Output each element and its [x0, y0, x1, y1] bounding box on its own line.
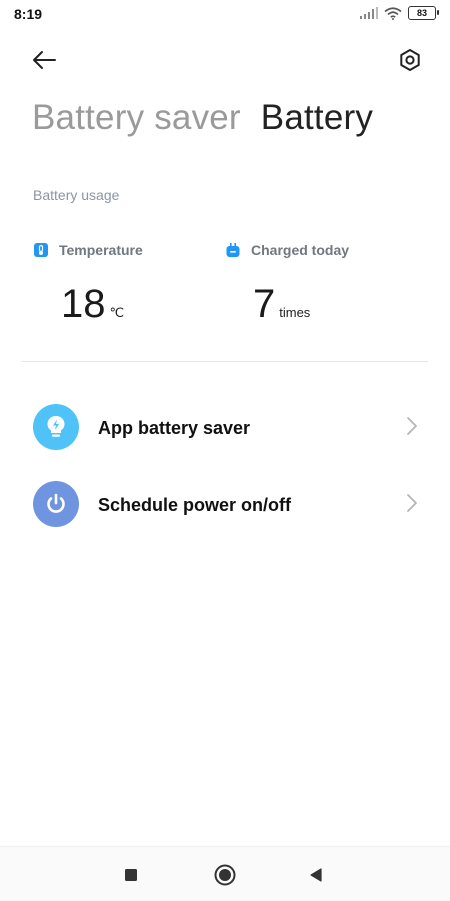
- top-bar: [0, 38, 450, 84]
- charged-today-value: 7: [253, 282, 276, 326]
- plug-icon: [226, 243, 240, 257]
- temperature-label: Temperature: [59, 242, 143, 258]
- status-time: 8:19: [14, 6, 43, 22]
- tab-battery-saver[interactable]: Battery saver: [32, 98, 241, 138]
- schedule-power-title: Schedule power on/off: [98, 495, 292, 515]
- chevron-right-icon: [407, 417, 417, 435]
- temperature-unit: ℃: [109, 305, 125, 320]
- temperature-header: Temperature: [33, 242, 143, 258]
- app-battery-saver-title: App battery saver: [98, 418, 251, 438]
- arrow-left-icon: [33, 51, 56, 69]
- triangle-back-icon: [310, 868, 322, 882]
- recent-apps-button[interactable]: [113, 857, 149, 893]
- status-icons: 83: [360, 6, 439, 20]
- thermometer-icon: [34, 243, 48, 257]
- chevron-right-icon: [407, 494, 417, 512]
- app-battery-saver-icon-circle: [33, 404, 79, 450]
- settings-button[interactable]: [390, 40, 430, 80]
- temperature-value: 18: [61, 282, 106, 326]
- back-button[interactable]: [24, 40, 64, 80]
- power-icon: [47, 493, 65, 513]
- home-circle-icon: [214, 864, 236, 886]
- home-button[interactable]: [207, 857, 243, 893]
- temperature-stat: Temperature 18 ℃: [33, 242, 143, 326]
- nav-back-button[interactable]: [298, 857, 334, 893]
- section-label: Battery usage: [33, 187, 120, 203]
- navigation-bar: [0, 846, 450, 901]
- schedule-power-icon-circle: [33, 481, 79, 527]
- status-bar: 8:19 83: [0, 0, 450, 28]
- charged-today-header: Charged today: [225, 242, 349, 258]
- schedule-power-row[interactable]: Schedule power on/off: [0, 473, 450, 537]
- battery-icon: 83: [408, 6, 439, 20]
- charged-today-label: Charged today: [251, 242, 350, 258]
- lightbulb-bolt-icon: [47, 416, 65, 437]
- tab-battery[interactable]: Battery: [261, 98, 373, 138]
- temperature-value-group: 18 ℃: [61, 282, 124, 327]
- tab-bar: Battery saver Battery: [32, 98, 373, 138]
- charged-today-unit: times: [279, 305, 311, 320]
- wifi-icon: [384, 6, 402, 20]
- charged-today-value-group: 7 times: [253, 282, 310, 327]
- gear-icon: [400, 49, 420, 71]
- battery-level: 83: [416, 8, 427, 18]
- app-battery-saver-row[interactable]: App battery saver: [0, 396, 450, 460]
- signal-icon: [360, 7, 378, 19]
- square-icon: [125, 869, 137, 881]
- charged-today-stat: Charged today 7 times: [225, 242, 349, 326]
- divider: [22, 361, 428, 362]
